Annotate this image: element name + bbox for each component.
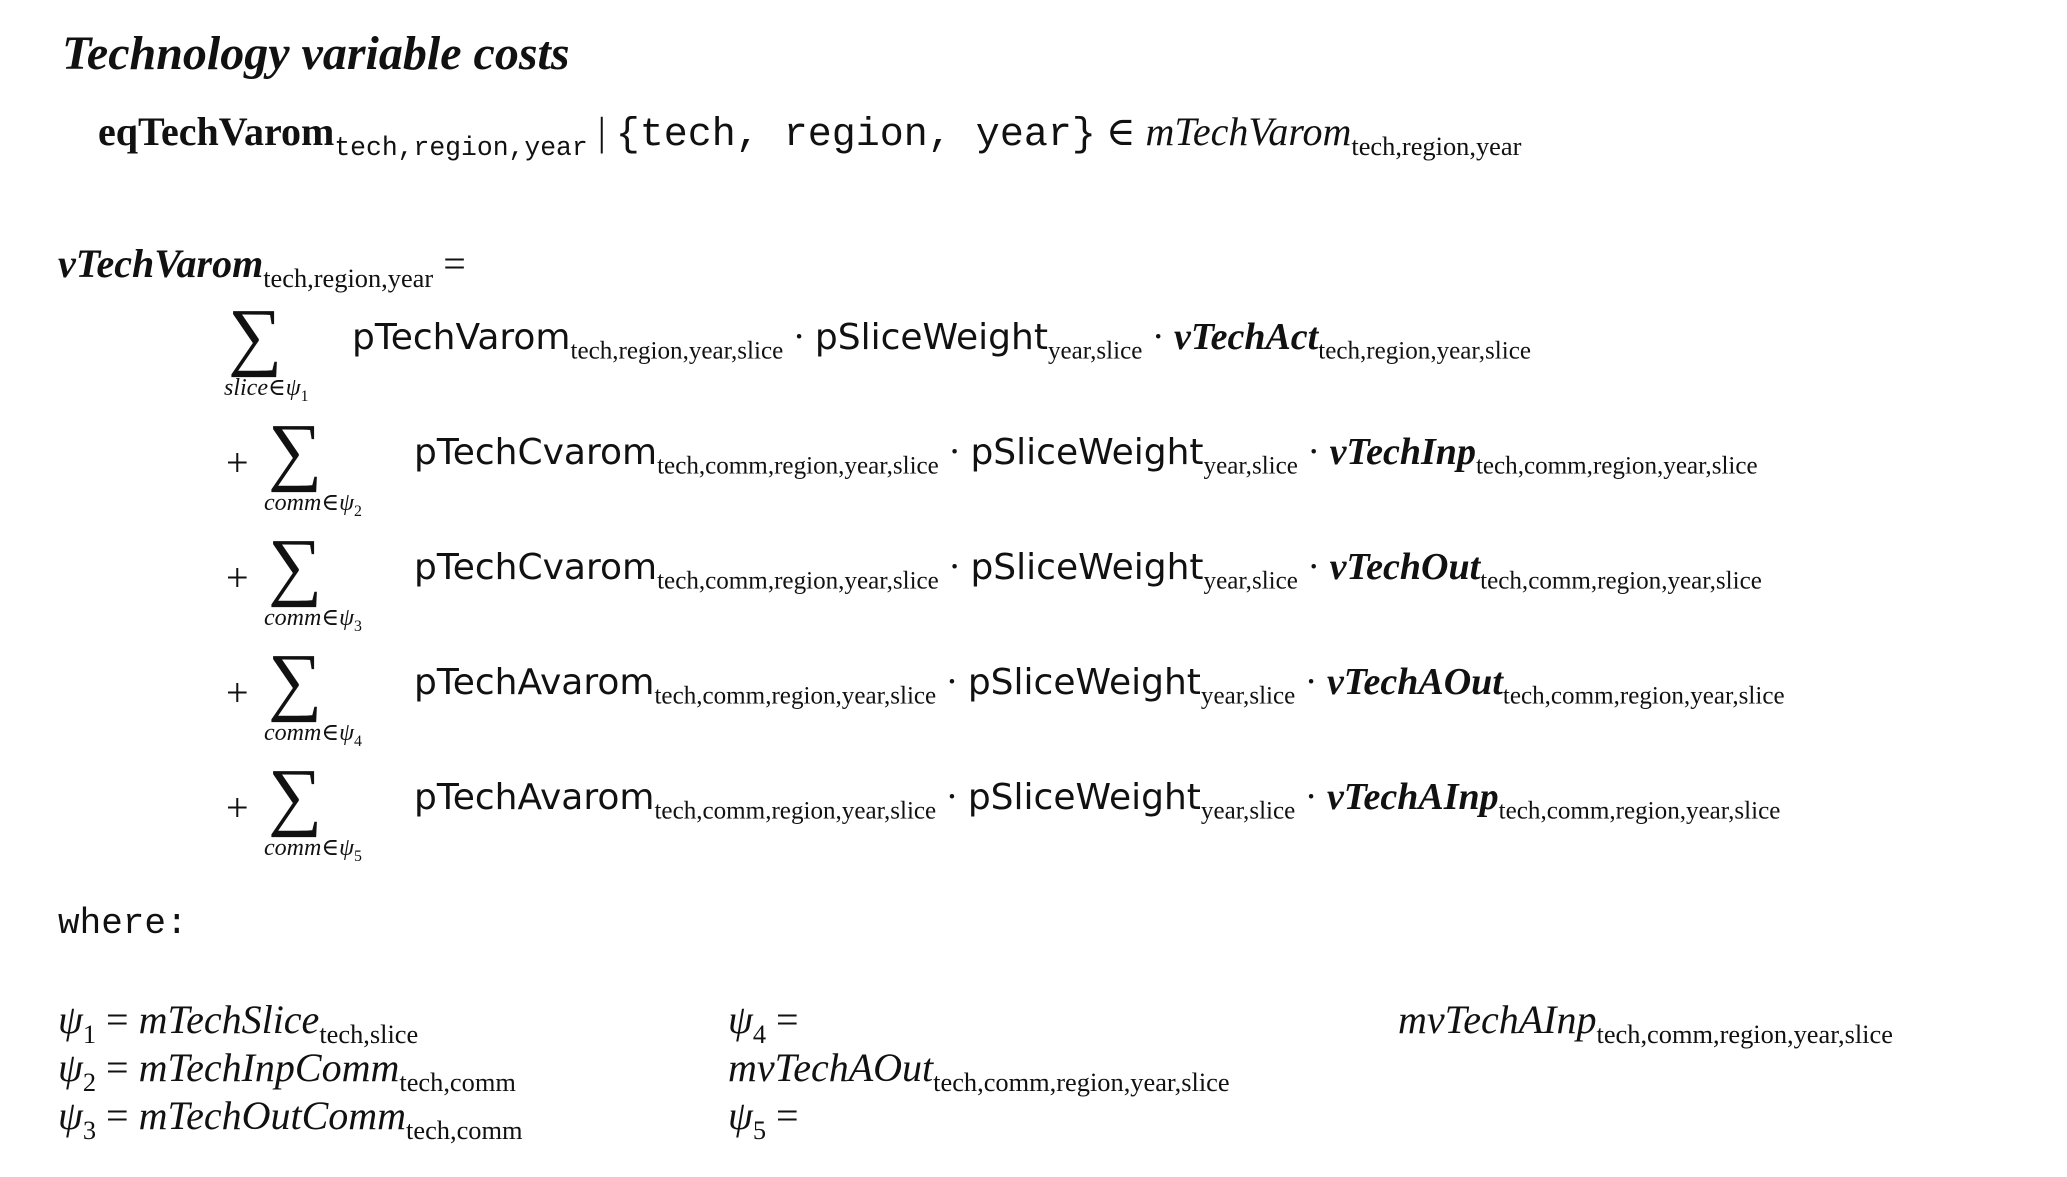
weight-name: pSliceWeight: [970, 432, 1204, 473]
multiply-dot: ·: [936, 661, 968, 703]
variable-name: vTechAct: [1174, 316, 1319, 358]
summation-symbol: ∑: [268, 754, 323, 838]
lhs-variable: vTechVarom: [58, 241, 264, 286]
condition-set-index: tech,region,year: [1351, 131, 1522, 162]
psi-symbol: ψ: [58, 1045, 83, 1090]
summation-subscript: comm∈ψ5: [264, 835, 362, 866]
variable-name: vTechOut: [1329, 546, 1481, 588]
summation-symbol: ∑: [268, 524, 323, 608]
variable-index: tech,region,year,slice: [1318, 337, 1531, 365]
equation-name: eqTechVarom: [98, 109, 335, 154]
multiply-dot: ·: [938, 431, 971, 473]
definition-set: mvTechAInp: [1398, 997, 1597, 1042]
weight-index: year,slice: [1203, 452, 1298, 480]
lhs-index: tech,region,year: [263, 263, 434, 294]
definition-psi5-label: ψ5 =: [728, 1093, 799, 1146]
variable-index: tech,comm,region,year,slice: [1475, 452, 1758, 480]
summation-subscript: comm∈ψ2: [264, 490, 362, 521]
variable-index: tech,comm,region,year,slice: [1502, 682, 1785, 710]
parameter-index: tech,comm,region,year,slice: [654, 797, 937, 825]
where-label: where:: [58, 903, 188, 944]
summation-symbol: ∑: [268, 409, 323, 493]
psi-symbol: ψ: [58, 1093, 83, 1138]
summation-subscript: slice∈ψ1: [224, 375, 309, 406]
multiply-dot: ·: [1295, 661, 1327, 703]
psi-sub: 2: [82, 1067, 97, 1098]
equation-header: eqTechVaromtech,region,year | {tech, reg…: [98, 109, 1521, 162]
condition-set: mTechVarom: [1145, 109, 1352, 154]
parameter-name: pTechCvarom: [414, 547, 658, 588]
definition-index: tech,comm,region,year,slice: [933, 1067, 1230, 1098]
definition-psi2: ψ2 = mTechInpCommtech,comm: [58, 1045, 516, 1098]
weight-name: pSliceWeight: [967, 662, 1201, 703]
definition-psi4-value: mvTechAInptech,comm,region,year,slice: [1398, 997, 1893, 1048]
condition-tuple: {tech, region, year}: [615, 113, 1096, 158]
variable-name: vTechAOut: [1326, 661, 1503, 703]
weight-index: year,slice: [1047, 337, 1143, 365]
summation-symbol: ∑: [268, 639, 323, 723]
definition-set: mTechSlice: [138, 997, 320, 1042]
condition-bar: |: [597, 109, 606, 154]
parameter-index: tech,comm,region,year,slice: [657, 452, 939, 480]
multiply-dot: ·: [938, 546, 971, 588]
weight-index: year,slice: [1203, 567, 1298, 595]
plus-sign: +: [226, 670, 249, 715]
weight-name: pSliceWeight: [970, 547, 1204, 588]
definition-psi5-value: mvTechAOuttech,comm,region,year,slice: [728, 1045, 1230, 1096]
element-of-symbol: ∈: [1105, 109, 1136, 154]
equals-sign: =: [443, 241, 466, 286]
definition-set: mTechOutComm: [138, 1093, 407, 1138]
psi-symbol: ψ: [728, 1093, 753, 1138]
weight-name: pSliceWeight: [967, 777, 1201, 818]
variable-name: vTechAInp: [1326, 776, 1499, 818]
weight-index: year,slice: [1200, 682, 1296, 710]
variable-index: tech,comm,region,year,slice: [1480, 567, 1762, 595]
parameter-index: tech,comm,region,year,slice: [657, 567, 939, 595]
definition-psi4-label: ψ4 =: [728, 997, 799, 1050]
parameter-name: pTechAvarom: [414, 662, 655, 703]
parameter-name: pTechVarom: [352, 317, 571, 358]
plus-sign: +: [226, 785, 249, 830]
multiply-dot: ·: [1142, 316, 1174, 358]
multiply-dot: ·: [1297, 546, 1330, 588]
parameter-index: tech,region,year,slice: [570, 337, 784, 365]
psi-sub: 1: [82, 1019, 97, 1050]
term-body: pTechAvaromtech,comm,region,year,slice ·…: [414, 776, 1780, 824]
psi-symbol: ψ: [58, 997, 83, 1042]
parameter-name: pTechAvarom: [414, 777, 655, 818]
summation-subscript: comm∈ψ4: [264, 720, 362, 751]
multiply-dot: ·: [1295, 776, 1327, 818]
definition-index: tech,comm: [406, 1115, 523, 1146]
term-body: pTechAvaromtech,comm,region,year,slice ·…: [414, 661, 1785, 709]
multiply-dot: ·: [783, 316, 815, 358]
plus-sign: +: [226, 555, 249, 600]
summation-symbol: ∑: [228, 294, 283, 378]
parameter-index: tech,comm,region,year,slice: [654, 682, 937, 710]
psi-symbol: ψ: [728, 997, 753, 1042]
variable-name: vTechInp: [1329, 431, 1476, 473]
multiply-dot: ·: [936, 776, 968, 818]
psi-sub: 5: [752, 1115, 767, 1146]
plus-sign: +: [226, 440, 249, 485]
equation-lhs: vTechVaromtech,region,year =: [58, 241, 466, 292]
summation-subscript: comm∈ψ3: [264, 605, 362, 636]
psi-sub: 3: [82, 1115, 97, 1146]
parameter-name: pTechCvarom: [414, 432, 658, 473]
definition-psi3: ψ3 = mTechOutCommtech,comm: [58, 1093, 523, 1146]
weight-index: year,slice: [1200, 797, 1296, 825]
term-body: pTechCvaromtech,comm,region,year,slice ·…: [414, 546, 1762, 594]
term-body: pTechCvaromtech,comm,region,year,slice ·…: [414, 431, 1758, 479]
variable-index: tech,comm,region,year,slice: [1498, 797, 1781, 825]
definition-index: tech,comm,region,year,slice: [1596, 1019, 1893, 1050]
section-title: Technology variable costs: [62, 27, 570, 80]
equation-index: tech,region,year: [334, 133, 588, 164]
multiply-dot: ·: [1297, 431, 1330, 473]
weight-name: pSliceWeight: [814, 317, 1048, 358]
term-body: pTechVaromtech,region,year,slice · pSlic…: [352, 316, 1531, 364]
definition-psi1: ψ1 = mTechSlicetech,slice: [58, 997, 419, 1050]
definition-set: mvTechAOut: [728, 1045, 934, 1090]
definition-set: mTechInpComm: [138, 1045, 400, 1090]
definition-index: tech,comm: [399, 1067, 516, 1098]
